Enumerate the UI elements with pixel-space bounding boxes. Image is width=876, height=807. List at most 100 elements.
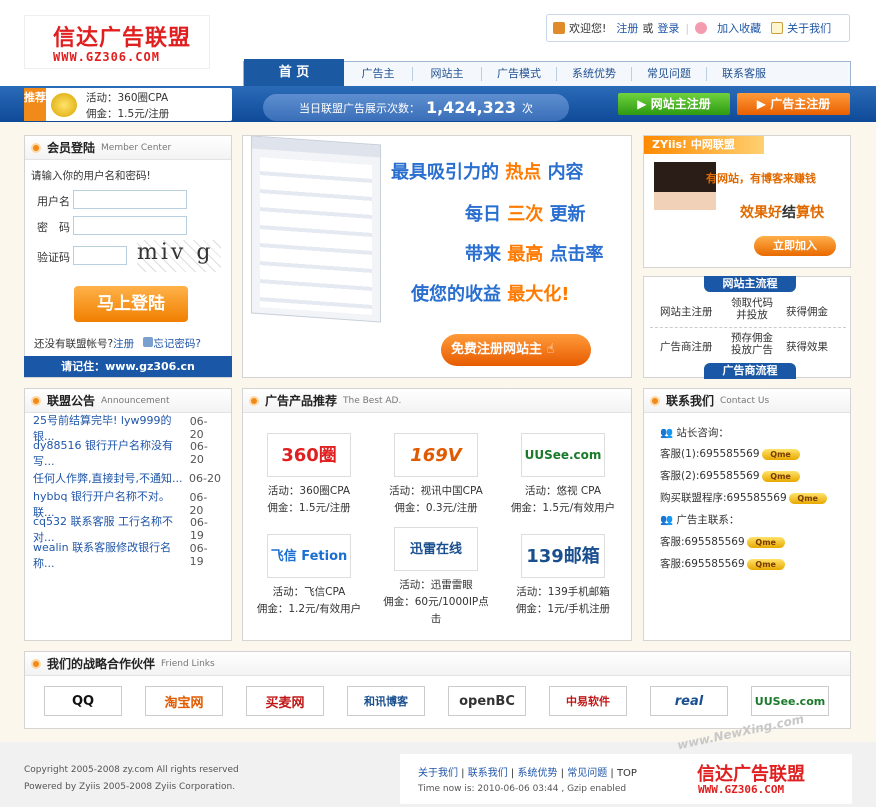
- captcha-input[interactable]: [73, 246, 127, 265]
- contact-en: Contact Us: [720, 395, 770, 406]
- flow-a2: 预存佣金投放广告: [731, 332, 773, 356]
- qq-chat-button[interactable]: Qme: [761, 448, 800, 460]
- nav-support[interactable]: 联系客服: [707, 62, 781, 86]
- product-commission: 佣金：1.5元/有效用户: [510, 502, 616, 514]
- login-link[interactable]: 登录: [657, 20, 679, 36]
- banner-text-2a: 每日: [465, 204, 501, 225]
- login-header: 会员登陆 Member Center: [25, 136, 231, 160]
- nav-webmaster[interactable]: 网站主: [413, 62, 481, 86]
- product-logo[interactable]: 139邮箱: [521, 534, 605, 578]
- username-label: 用户名: [37, 195, 70, 208]
- captcha-label: 验证码: [37, 251, 70, 264]
- qq-chat-button[interactable]: Qme: [746, 536, 785, 548]
- or-text: 或: [642, 22, 654, 35]
- partner-logo-real[interactable]: real: [650, 686, 728, 716]
- remember-url-bar: 请记住：www.gz306.cn: [24, 356, 232, 377]
- favorite-link[interactable]: 加入收藏: [717, 20, 761, 36]
- partner-logo-maimai[interactable]: 买麦网: [246, 686, 324, 716]
- product-card[interactable]: 139邮箱 活动：139手机邮箱 佣金：1元/手机注册: [508, 534, 618, 618]
- recommend-activity: 活动：360圈CPA: [86, 92, 169, 104]
- product-activity: 活动：360圈CPA: [267, 485, 351, 497]
- password-input[interactable]: [73, 216, 187, 235]
- news-date: 06-20: [189, 471, 221, 485]
- free-register-button[interactable]: 免费注册网站主 ☝: [441, 334, 591, 366]
- coins-icon: [51, 93, 77, 117]
- news-date: 06-19: [189, 541, 208, 568]
- forgot-password-link[interactable]: 忘记密码?: [153, 338, 201, 350]
- footer-about-link[interactable]: 关于我们: [418, 768, 458, 779]
- bullet-icon: [249, 395, 259, 406]
- footer-advantage-link[interactable]: 系统优势: [517, 768, 557, 779]
- list-item[interactable]: dy88516 银行开户名称没有写... 06-20: [25, 439, 231, 468]
- nav-advantages[interactable]: 系统优势: [557, 62, 631, 86]
- no-account-text: 还没有联盟帐号?: [34, 338, 114, 350]
- bullet-icon: [31, 658, 41, 669]
- product-logo[interactable]: UUSee.com: [521, 433, 605, 477]
- zyiis-slogan2c: 算快: [796, 205, 824, 221]
- product-card[interactable]: 169V 活动：视讯中国CPA 佣金：0.3元/注册: [381, 433, 491, 517]
- register-row: 还没有联盟帐号?注册 忘记密码?: [34, 336, 201, 351]
- news-title[interactable]: wealin 联系客服修改银行名称...: [33, 539, 190, 571]
- flow-a1: 广告商注册: [660, 341, 713, 353]
- product-card[interactable]: 飞信 Fetion 活动：飞信CPA 佣金：1.2元/有效用户: [254, 534, 364, 618]
- bullet-icon: [31, 142, 41, 153]
- login-register-link[interactable]: 注册: [113, 338, 134, 350]
- product-activity: 活动：迅雷雷眼: [399, 579, 473, 591]
- webmaster-register-button[interactable]: ▶ 网站主注册: [618, 93, 730, 115]
- partner-logo-uusee[interactable]: UUSee.com: [751, 686, 829, 716]
- flow-w1: 网站主注册: [660, 306, 713, 318]
- contact-head1: 👥 站长咨询：: [660, 425, 729, 440]
- zyiis-slogan2a: 效果好: [740, 205, 782, 221]
- product-card[interactable]: UUSee.com 活动：悠视 CPA 佣金：1.5元/有效用户: [508, 433, 618, 517]
- copyright-line1: Copyright 2005-2008 zy.com All rights re…: [24, 765, 239, 775]
- qq-chat-button[interactable]: Qme: [746, 558, 785, 570]
- contact-text: 客服:695585569: [660, 536, 745, 548]
- product-logo[interactable]: 360圈: [267, 433, 351, 477]
- nav-faq[interactable]: 常见问题: [632, 62, 706, 86]
- zyiis-slogan1: 有网站，有博客来赚钱: [706, 172, 816, 185]
- contact-text: 客服(1):695585569: [660, 448, 760, 460]
- partners-title: 我们的战略合作伙伴: [47, 657, 156, 671]
- news-title[interactable]: 任何人作弊,直接封号,不通知...: [33, 470, 182, 486]
- advertiser-register-button[interactable]: ▶ 广告主注册: [737, 93, 850, 115]
- partner-logo-openbc[interactable]: openBC: [448, 686, 526, 716]
- partner-logo-hexun[interactable]: 和讯博客: [347, 686, 425, 716]
- partner-logo-qq[interactable]: QQ: [44, 686, 122, 716]
- captcha-image[interactable]: miv g: [137, 240, 221, 272]
- heart-icon: [695, 22, 708, 34]
- nav-home[interactable]: 首 页: [244, 59, 344, 86]
- about-link[interactable]: 关于我们: [787, 20, 831, 36]
- product-commission: 佣金：60元/1000IP点击: [383, 596, 489, 625]
- nav-ad-mode[interactable]: 广告模式: [482, 62, 556, 86]
- partner-logo-taobao[interactable]: 淘宝网: [145, 686, 223, 716]
- product-logo[interactable]: 迅雷在线: [394, 527, 478, 571]
- news-title[interactable]: dy88516 银行开户名称没有写...: [33, 437, 190, 469]
- product-logo[interactable]: 169V: [394, 433, 478, 477]
- product-commission: 佣金：0.3元/注册: [394, 502, 478, 514]
- welcome-text: 欢迎您!: [569, 22, 607, 35]
- join-now-button[interactable]: 立即加入: [754, 236, 836, 256]
- qq-chat-button[interactable]: Qme: [788, 492, 827, 504]
- promo-banner[interactable]: 最具吸引力的 热点 内容 每日 三次 更新 带来 最高 点击率 使您的收益 最大…: [242, 135, 632, 378]
- product-card[interactable]: 360圈 活动：360圈CPA 佣金：1.5元/注册: [254, 433, 364, 517]
- site-logo[interactable]: 信达广告联盟 WWW.GZ306.COM: [24, 15, 210, 69]
- impression-counter: 当日联盟广告展示次数： 1,424,323 次: [263, 94, 569, 121]
- zyiis-ad[interactable]: ZYiis! 中网联盟 有网站，有博客来赚钱 效果好结算快 立即加入: [643, 135, 851, 268]
- product-card[interactable]: 迅雷在线 活动：迅雷雷眼 佣金：60元/1000IP点击: [381, 527, 491, 628]
- contact-row: 客服(2):695585569 Qme: [660, 468, 800, 483]
- list-item[interactable]: wealin 联系客服修改银行名称... 06-19: [25, 541, 231, 570]
- partner-logo-zyiis[interactable]: 中易软件: [549, 686, 627, 716]
- product-activity: 活动：悠视 CPA: [524, 485, 601, 497]
- footer-contact-link[interactable]: 联系我们: [468, 768, 508, 779]
- login-submit-button[interactable]: 马上登陆: [74, 286, 188, 322]
- username-input[interactable]: [73, 190, 187, 209]
- footer-faq-link[interactable]: 常见问题: [567, 768, 607, 779]
- footer-top-link[interactable]: TOP: [617, 768, 637, 779]
- recommend-box[interactable]: 推荐 活动：360圈CPA 佣金：1.5元/注册: [24, 88, 232, 121]
- register-link[interactable]: 注册: [616, 20, 638, 36]
- nav-advertiser[interactable]: 广告主: [344, 62, 412, 86]
- counter-value: 1,424,323: [425, 98, 517, 117]
- qq-chat-button[interactable]: Qme: [761, 470, 800, 482]
- product-logo[interactable]: 飞信 Fetion: [267, 534, 351, 578]
- banner-text-3b: 最高: [507, 244, 544, 265]
